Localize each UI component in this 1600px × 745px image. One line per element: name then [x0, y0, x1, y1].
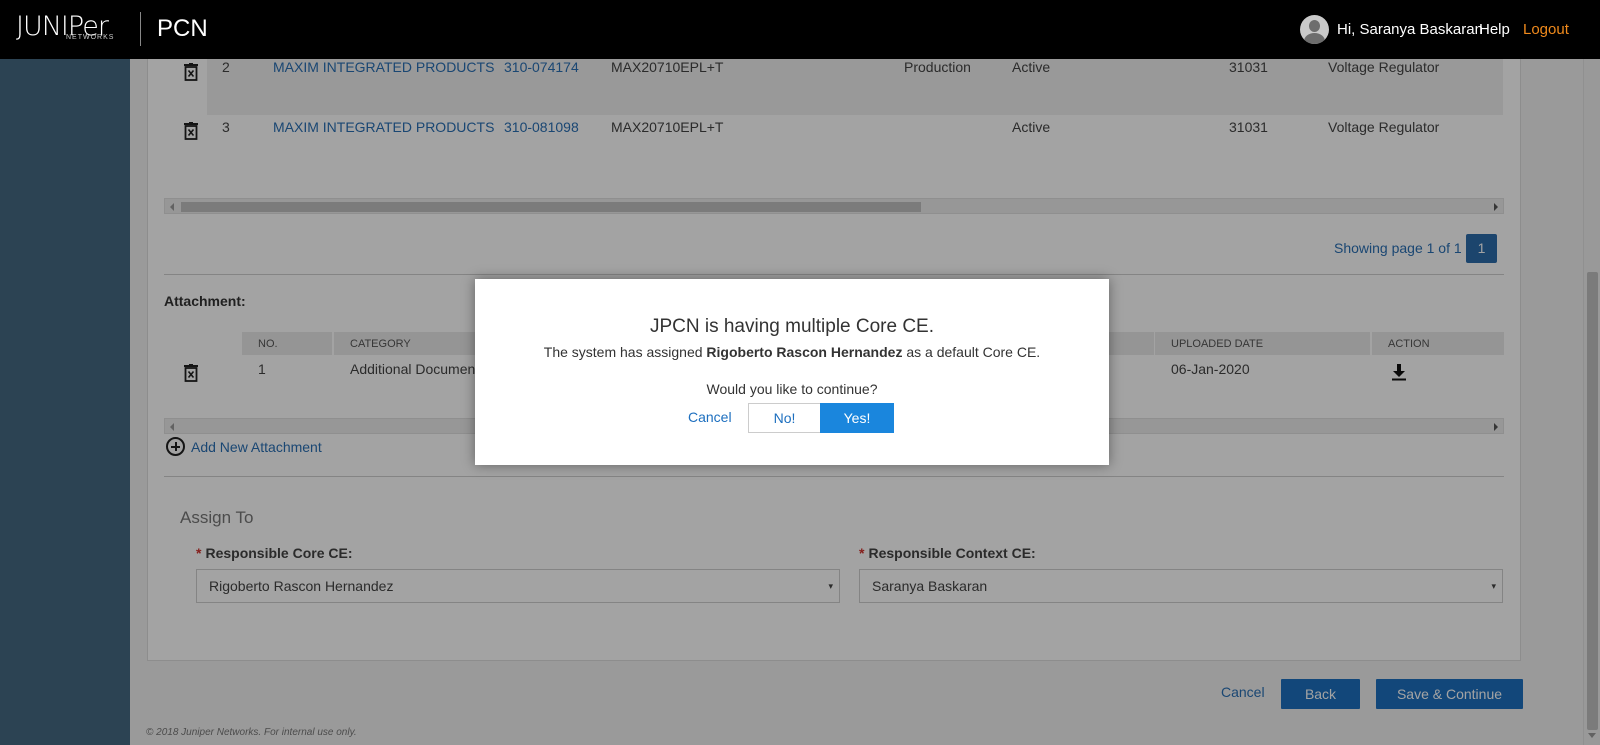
- confirm-dialog: JPCN is having multiple Core CE. The sys…: [475, 279, 1109, 465]
- dialog-assigned-name: Rigoberto Rascon Hernandez: [706, 344, 903, 360]
- help-link[interactable]: Help: [1479, 21, 1510, 38]
- dialog-message-suffix: as a default Core CE.: [902, 344, 1041, 360]
- top-header: JUNIPer NETWORKS PCN Hi, Saranya Baskara…: [0, 0, 1600, 59]
- juniper-logo-subtitle: NETWORKS: [66, 34, 115, 41]
- logout-link[interactable]: Logout: [1523, 21, 1569, 38]
- app-title: PCN: [157, 15, 208, 42]
- user-avatar-icon[interactable]: [1300, 15, 1329, 44]
- dialog-cancel-link[interactable]: Cancel: [688, 409, 732, 425]
- dialog-message-prefix: The system has assigned: [543, 344, 707, 360]
- dialog-yes-button[interactable]: Yes!: [820, 403, 894, 433]
- dialog-question: Would you like to continue?: [706, 381, 878, 397]
- user-greeting[interactable]: Hi, Saranya Baskaran: [1337, 21, 1483, 38]
- dialog-message: The system has assigned Rigoberto Rascon…: [475, 344, 1109, 360]
- dialog-title: JPCN is having multiple Core CE.: [649, 316, 935, 337]
- dialog-no-button[interactable]: No!: [748, 403, 821, 433]
- header-divider: [140, 12, 141, 46]
